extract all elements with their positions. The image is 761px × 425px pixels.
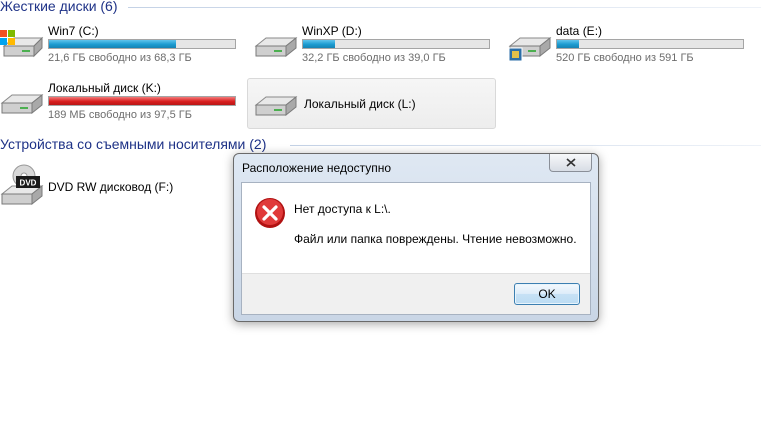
usage-bar (48, 39, 236, 49)
error-dialog: Расположение недоступно Нет доступа к L:… (233, 153, 599, 322)
usage-bar (302, 39, 490, 49)
drive-name: data (E:) (556, 24, 603, 38)
usage-bar-fill (49, 40, 177, 48)
group-divider (290, 145, 761, 146)
drive-name: Локальный диск (L:) (304, 97, 416, 111)
drive-name: Win7 (C:) (48, 24, 99, 38)
usage-bar-fill (303, 40, 336, 48)
group-header-removable[interactable]: Устройства со съемными носителями (2) (0, 136, 266, 154)
dialog-title: Расположение недоступно (242, 161, 392, 175)
ok-button[interactable]: OK (514, 283, 580, 305)
drive-k[interactable]: Локальный диск (K:) 189 МБ свободно из 9… (0, 81, 240, 129)
dvd-icon-label: DVD (20, 179, 37, 188)
usage-bar (48, 96, 236, 106)
drive-name: DVD RW дисковод (F:) (48, 180, 174, 194)
hard-drive-icon (0, 93, 44, 115)
group-divider (128, 7, 761, 8)
dvd-drive-icon: DVD (0, 164, 44, 206)
drive-l[interactable]: Локальный диск (L:) (247, 78, 496, 129)
dialog-footer: OK (242, 273, 590, 314)
error-message-detail: Файл или папка повреждены. Чтение невозм… (294, 232, 577, 246)
drive-free-space: 189 МБ свободно из 97,5 ГБ (48, 109, 192, 121)
windows-drive-icon (0, 30, 44, 58)
hard-drive-media-icon (508, 36, 552, 62)
drive-name: Локальный диск (K:) (48, 81, 161, 95)
drive-free-space: 32,2 ГБ свободно из 39,0 ГБ (302, 52, 446, 64)
drive-free-space: 520 ГБ свободно из 591 ГБ (556, 52, 694, 64)
dialog-content: Нет доступа к L:\. Файл или папка повреж… (241, 182, 591, 315)
group-header-hard-disks[interactable]: Жесткие диски (6) (0, 0, 118, 16)
error-message-title: Нет доступа к L:\. (294, 202, 391, 216)
drive-e[interactable]: data (E:) 520 ГБ свободно из 591 ГБ (508, 24, 748, 72)
usage-bar-fill (49, 97, 235, 105)
drive-free-space: 21,6 ГБ свободно из 68,3 ГБ (48, 52, 192, 64)
drive-f-dvd[interactable]: DVD DVD RW дисковод (F:) (0, 164, 240, 212)
usage-bar (556, 39, 744, 49)
close-icon (565, 158, 576, 167)
drive-d[interactable]: WinXP (D:) 32,2 ГБ свободно из 39,0 ГБ (254, 24, 494, 72)
drive-name: WinXP (D:) (302, 24, 362, 38)
drive-c[interactable]: Win7 (C:) 21,6 ГБ свободно из 68,3 ГБ (0, 24, 240, 72)
hard-drive-icon (254, 36, 298, 58)
error-icon (255, 198, 285, 228)
hard-drive-icon (254, 95, 298, 117)
close-button[interactable] (549, 154, 592, 172)
usage-bar-fill (557, 40, 580, 48)
